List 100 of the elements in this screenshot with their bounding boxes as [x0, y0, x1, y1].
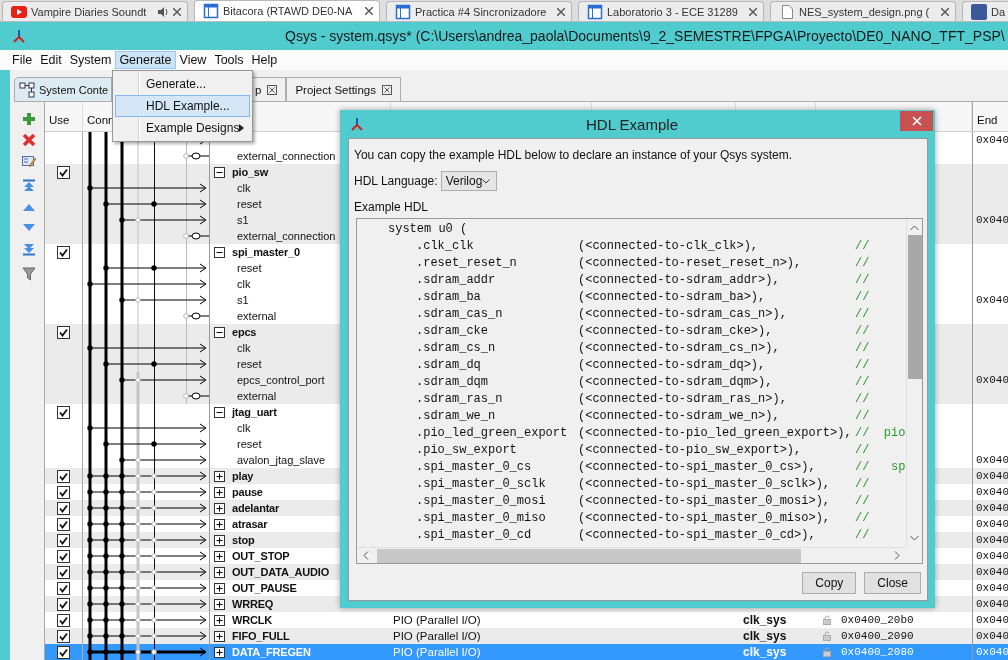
- browser-tab[interactable]: Vampire Diaries Soundt: [2, 1, 188, 21]
- expand-toggle[interactable]: [214, 486, 225, 498]
- expand-toggle[interactable]: [214, 406, 225, 418]
- table-cell: 0x040: [976, 598, 1008, 610]
- close-icon[interactable]: [941, 7, 949, 16]
- expand-toggle[interactable]: [214, 614, 225, 626]
- expand-toggle[interactable]: [214, 598, 225, 610]
- close-icon[interactable]: [749, 7, 757, 16]
- add-icon[interactable]: [22, 112, 36, 126]
- checkbox[interactable]: [57, 533, 70, 547]
- menu-item[interactable]: HDL Example...: [115, 95, 250, 117]
- expand-toggle[interactable]: [214, 326, 225, 338]
- diagram-icon: [19, 81, 35, 98]
- interface-name: reset: [236, 358, 262, 370]
- port-name: .sdram_ras_n: [416, 391, 504, 408]
- tab[interactable]: p: [253, 77, 287, 101]
- menu-item[interactable]: View: [175, 51, 211, 69]
- expand-toggle[interactable]: [214, 630, 225, 642]
- browser-tab[interactable]: NES_system_design.png (: [770, 1, 956, 21]
- expand-toggle[interactable]: [214, 166, 225, 178]
- vertical-scrollbar[interactable]: [906, 219, 922, 547]
- menu-item[interactable]: File: [8, 51, 37, 69]
- close-icon[interactable]: [267, 84, 278, 95]
- close-icon[interactable]: [173, 7, 181, 16]
- checkbox[interactable]: [57, 469, 70, 483]
- move-bottom-icon[interactable]: [22, 242, 36, 256]
- menu-item[interactable]: System: [65, 51, 116, 69]
- expand-toggle[interactable]: [214, 550, 225, 562]
- table-cell: 0x0400_2090: [841, 630, 914, 642]
- app-icon: [12, 29, 26, 43]
- code-area[interactable]: [356, 218, 923, 564]
- menu-item[interactable]: Example Designs: [115, 117, 250, 139]
- code-comment: //: [855, 493, 871, 510]
- close-icon[interactable]: [381, 84, 392, 95]
- checkbox[interactable]: [57, 165, 70, 179]
- menu-item[interactable]: Generate: [115, 51, 176, 69]
- code-comment: //: [855, 476, 871, 493]
- menu-item[interactable]: Help: [247, 51, 282, 69]
- document-icon: [203, 3, 219, 19]
- table-cell: 0x040: [976, 134, 1008, 146]
- checkbox[interactable]: [57, 597, 70, 611]
- code-comment: //: [855, 357, 871, 374]
- document-icon: [395, 3, 411, 20]
- expand-toggle[interactable]: [214, 534, 225, 546]
- tab[interactable]: Project Settings: [286, 77, 401, 101]
- checkbox[interactable]: [57, 645, 70, 659]
- expand-toggle[interactable]: [214, 246, 225, 258]
- browser-tab[interactable]: Practica #4 Sincronizadore: [386, 1, 572, 21]
- checkbox[interactable]: [57, 629, 70, 643]
- menu-item[interactable]: Generate...: [115, 73, 250, 95]
- component-name: DATA_FREGEN: [232, 646, 311, 658]
- checkbox[interactable]: [57, 245, 70, 259]
- move-top-icon[interactable]: [22, 179, 36, 193]
- code-comment: // sp: [855, 459, 906, 476]
- tab[interactable]: System Conte: [14, 77, 112, 101]
- checkbox[interactable]: [57, 565, 70, 579]
- checkbox[interactable]: [57, 485, 70, 499]
- port-name: .sdram_cs_n: [416, 340, 497, 357]
- checkbox[interactable]: [57, 581, 70, 595]
- browser-tab[interactable]: Laboratorio 3 - ECE 31289: [578, 1, 764, 21]
- remove-icon[interactable]: [22, 133, 36, 147]
- component-name: pio_sw: [232, 166, 269, 178]
- component-name: jtag_uart: [232, 406, 277, 418]
- checkbox[interactable]: [57, 517, 70, 531]
- edit-icon[interactable]: [22, 154, 36, 168]
- component-name: FIFO_FULL: [232, 630, 290, 642]
- filter-icon[interactable]: [22, 267, 36, 281]
- checkbox[interactable]: [57, 549, 70, 563]
- horizontal-scrollbar[interactable]: [357, 547, 906, 563]
- menu-item[interactable]: Tools: [210, 51, 248, 69]
- port-connection: (<connected-to-spi_master_0_sclk>),: [578, 476, 832, 493]
- browser-tab[interactable]: Da: [962, 1, 1008, 21]
- menu-item[interactable]: Edit: [36, 51, 66, 69]
- checkbox[interactable]: [57, 325, 70, 339]
- dialog-button[interactable]: Copy: [802, 572, 857, 594]
- component-name: pause: [232, 486, 263, 498]
- scrollbar-thumb[interactable]: [907, 235, 922, 379]
- column-header[interactable]: Use: [49, 114, 70, 126]
- close-button[interactable]: [900, 111, 933, 131]
- component-name: OUT_STOP: [232, 550, 290, 562]
- browser-tab[interactable]: Bitacora (RTAWD DE0-NA: [194, 0, 380, 21]
- expand-toggle[interactable]: [214, 518, 225, 530]
- close-icon[interactable]: [557, 7, 565, 16]
- scrollbar-thumb[interactable]: [377, 548, 801, 563]
- checkbox[interactable]: [57, 613, 70, 627]
- expand-toggle[interactable]: [214, 646, 225, 658]
- expand-toggle[interactable]: [214, 566, 225, 578]
- component-name: adelantar: [232, 502, 280, 514]
- expand-toggle[interactable]: [214, 582, 225, 594]
- checkbox[interactable]: [57, 405, 70, 419]
- column-header[interactable]: End: [977, 114, 998, 126]
- table-row[interactable]: FIFO_FULL PIO (Parallel I/O) clk_sys 0x0400_2090 0x040: [45, 628, 1008, 644]
- close-icon[interactable]: [365, 7, 373, 15]
- dialog-button[interactable]: Close: [864, 572, 921, 594]
- port-connection: (<connected-to-sdram_ras_n>),: [578, 391, 788, 408]
- checkbox[interactable]: [57, 501, 70, 515]
- language-dropdown[interactable]: Verilog: [440, 171, 497, 191]
- expand-toggle[interactable]: [214, 502, 225, 514]
- expand-toggle[interactable]: [214, 470, 225, 482]
- port-connection: (<connected-to-pio_led_green_export>),: [578, 425, 853, 442]
